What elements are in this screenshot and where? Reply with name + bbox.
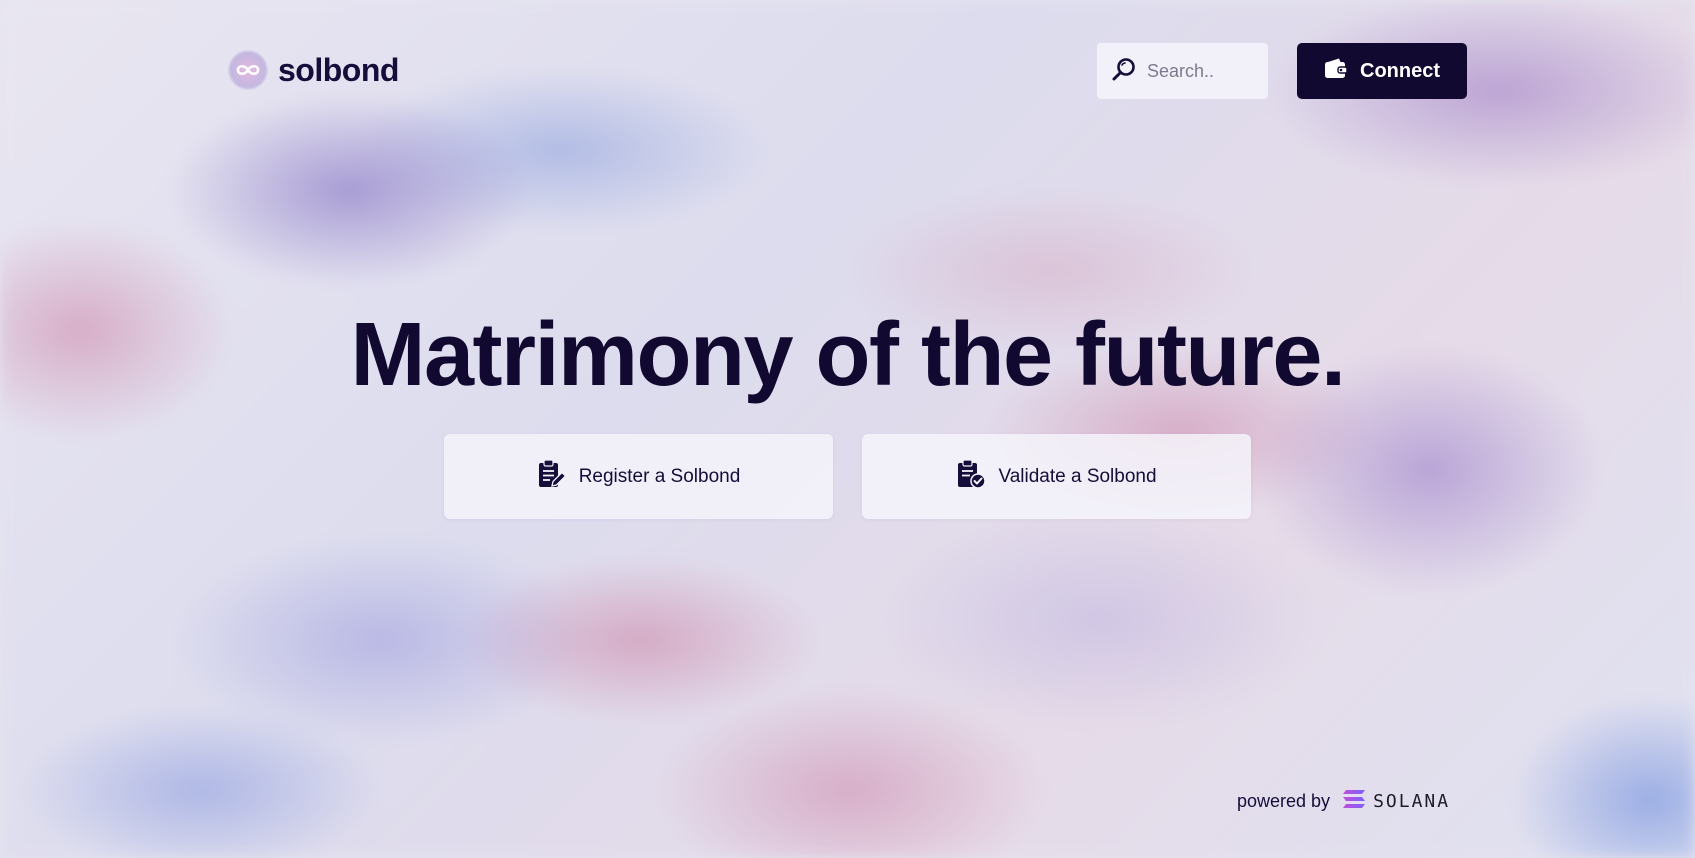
validate-solbond-button[interactable]: Validate a Solbond: [862, 434, 1251, 519]
clipboard-edit-icon: [537, 458, 567, 495]
connect-button[interactable]: Connect: [1297, 43, 1467, 99]
solana-wordmark: SOLANA: [1373, 791, 1451, 812]
clipboard-check-icon: [956, 458, 987, 495]
register-solbond-label: Register a Solbond: [578, 465, 741, 487]
hero-headline: Matrimony of the future.: [350, 305, 1347, 405]
search-box[interactable]: [1097, 43, 1268, 99]
infinity-icon: [228, 50, 268, 90]
logo[interactable]: solbond: [228, 50, 399, 90]
register-solbond-button[interactable]: Register a Solbond: [444, 434, 833, 519]
logo-text: solbond: [278, 51, 399, 88]
powered-by-solana[interactable]: powered by SOLANA: [1237, 789, 1450, 814]
solana-logo-icon: [1342, 789, 1366, 814]
wallet-icon: [1324, 57, 1348, 85]
search-icon: [1111, 56, 1137, 87]
search-input[interactable]: [1145, 59, 1259, 83]
validate-solbond-label: Validate a Solbond: [998, 465, 1157, 487]
connect-label: Connect: [1360, 59, 1440, 82]
powered-by-label: powered by: [1237, 791, 1331, 811]
solana-brand: SOLANA: [1342, 789, 1450, 814]
gradient-background: [0, 0, 1695, 858]
